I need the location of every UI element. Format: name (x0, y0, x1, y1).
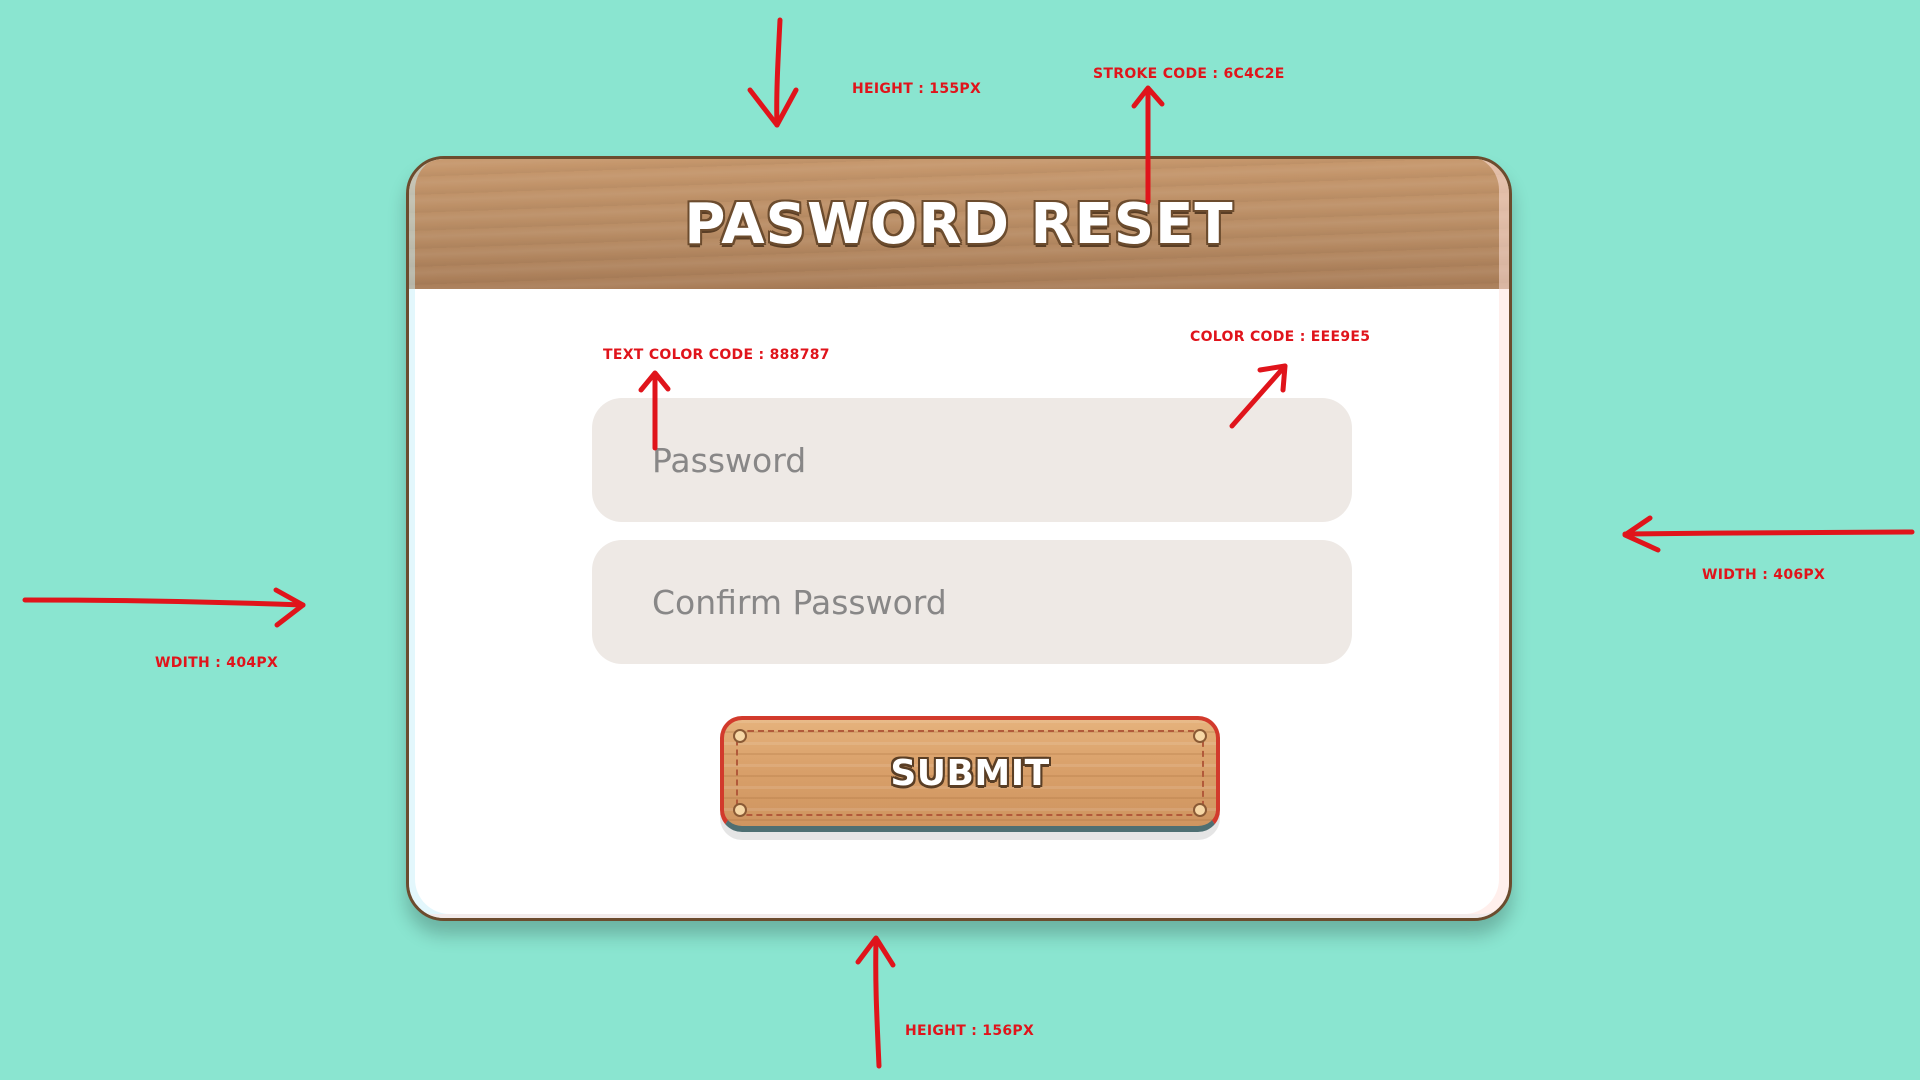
annotation-color-code: COLOR CODE : EEE9E5 (1190, 329, 1371, 345)
page-title: PASWORD RESET (684, 191, 1234, 257)
arrow-head (273, 587, 306, 628)
card-header: PASWORD RESET (409, 159, 1509, 289)
annotation-width-right: WIDTH : 406PX (1702, 567, 1826, 583)
arrow-right-icon (22, 597, 306, 608)
annotation-width-left: WDITH : 404PX (155, 655, 279, 671)
password-reset-card: PASWORD RESET SUBMIT (406, 156, 1512, 921)
arrow-head (1622, 515, 1661, 553)
arrow-head (1131, 85, 1165, 109)
arrow-head (747, 87, 799, 128)
annotation-height-top: HEIGHT : 155PX (852, 81, 982, 97)
annotation-height-bottom: HEIGHT : 156PX (905, 1023, 1035, 1039)
arrow-left-icon (1622, 529, 1915, 537)
submit-label: SUBMIT (890, 752, 1050, 794)
arrow-down-icon (774, 17, 783, 128)
submit-button[interactable]: SUBMIT (720, 716, 1220, 832)
confirm-password-input[interactable] (592, 540, 1352, 664)
annotation-stroke-code: STROKE CODE : 6C4C2E (1093, 66, 1285, 82)
arrow-head (855, 935, 896, 968)
annotation-text-color-code: TEXT COLOR CODE : 888787 (603, 347, 830, 363)
password-input[interactable] (592, 398, 1352, 522)
arrow-up-icon (873, 937, 882, 1069)
